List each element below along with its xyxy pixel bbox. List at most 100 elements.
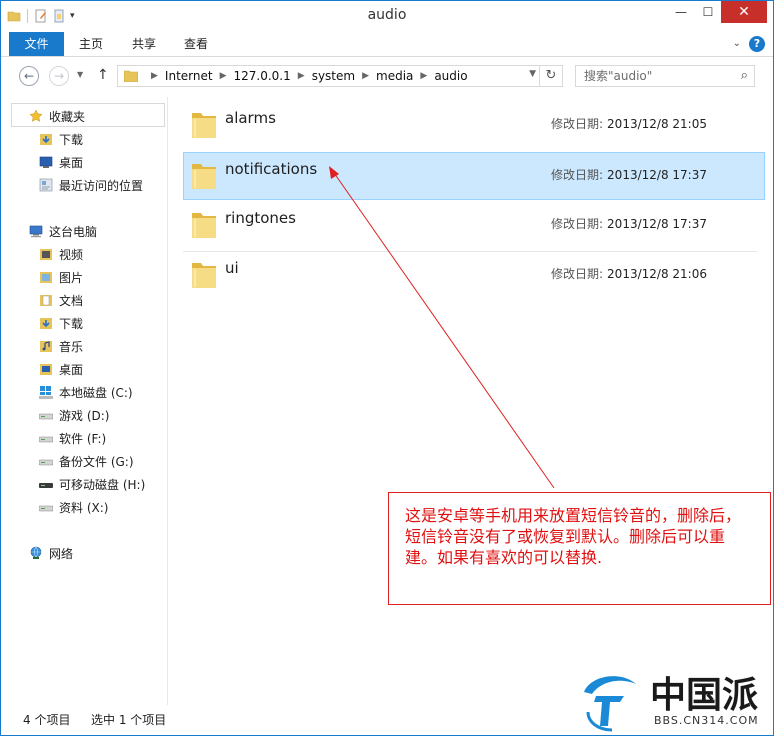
star-icon [29, 109, 43, 122]
tab-home[interactable]: 主页 [69, 32, 113, 56]
chevron-down-icon[interactable]: ⌄ [733, 38, 741, 49]
sidebar-item-desktop-pc[interactable]: 桌面 [39, 358, 83, 380]
videos-folder-icon [40, 249, 52, 260]
file-name: notifications [225, 160, 318, 178]
sidebar-item-drive-c[interactable]: 本地磁盘 (C:) [39, 381, 133, 403]
tab-file[interactable]: 文件 [9, 32, 64, 56]
file-name: alarms [225, 109, 276, 127]
annotation-callout: 这是安卓等手机用来放置短信铃音的，删除后，短信铃音没有了或恢复到默认。删除后可以… [388, 492, 771, 605]
downloads-icon [40, 134, 52, 145]
date-label: 修改日期: [551, 168, 604, 182]
sidebar-item-recent[interactable]: 最近访问的位置 [39, 174, 143, 196]
sidebar-item-documents[interactable]: 文档 [39, 289, 83, 311]
chevron-right-icon[interactable]: ▶ [220, 71, 227, 81]
breadcrumb-system[interactable]: system [312, 69, 355, 83]
hard-drive-icon [39, 505, 53, 512]
minimize-button[interactable]: — [667, 1, 695, 23]
music-folder-icon [40, 341, 52, 352]
sidebar-item-music[interactable]: 音乐 [39, 335, 83, 357]
sidebar-item-downloads-pc[interactable]: 下载 [39, 312, 83, 334]
sidebar-item-label: 图片 [59, 270, 84, 285]
date-value: 2013/12/8 21:06 [607, 267, 707, 281]
sidebar-item-videos[interactable]: 视频 [39, 243, 83, 265]
sidebar-item-drive-h[interactable]: 可移动磁盘 (H:) [39, 473, 145, 495]
tab-view[interactable]: 查看 [173, 32, 219, 56]
up-arrow-icon[interactable]: ↑ [97, 67, 109, 83]
sidebar-item-downloads[interactable]: 下载 [39, 128, 83, 150]
file-row-notifications[interactable]: notifications 修改日期: 2013/12/8 17:37 [183, 152, 765, 200]
windows-drive-icon [39, 386, 53, 399]
breadcrumb-internet[interactable]: Internet [165, 69, 213, 83]
file-row-alarms[interactable]: alarms 修改日期: 2013/12/8 21:05 [183, 101, 765, 149]
recent-locations-icon[interactable]: ▼ [77, 70, 83, 79]
chevron-right-icon[interactable]: ▶ [298, 71, 305, 81]
chevron-right-icon[interactable]: ▶ [151, 71, 158, 81]
sidebar-item-favorites[interactable]: 收藏夹 [29, 105, 85, 127]
chevron-right-icon[interactable]: ▶ [420, 71, 427, 81]
sidebar-item-label: 收藏夹 [49, 109, 86, 124]
sidebar-item-drive-x[interactable]: 资料 (X:) [39, 496, 108, 518]
sidebar-item-label: 桌面 [59, 155, 84, 170]
chevron-right-icon[interactable]: ▶ [362, 71, 369, 81]
close-button[interactable]: ✕ [721, 1, 767, 23]
desktop-folder-icon [40, 364, 52, 375]
watermark-brand: 中国派 [650, 675, 759, 716]
sidebar-item-label: 本地磁盘 (C:) [59, 385, 133, 400]
watermark-site: BBS.CN314.COM [654, 714, 759, 727]
hard-drive-icon [39, 413, 53, 420]
watermark: 中国派 BBS.CN314.COM [574, 660, 770, 732]
sidebar-item-label: 文档 [59, 293, 84, 308]
navigation-pane: 收藏夹 下载 桌面 最近访问的位置 这台电脑 视频 图片 文档 下载 音乐 桌面… [1, 97, 168, 705]
sidebar-item-network[interactable]: 网络 [29, 542, 73, 564]
date-value: 2013/12/8 17:37 [607, 217, 707, 231]
hard-drive-icon [39, 459, 53, 466]
sidebar-item-label: 桌面 [59, 362, 84, 377]
sidebar-item-drive-d[interactable]: 游戏 (D:) [39, 404, 109, 426]
sidebar-item-label: 最近访问的位置 [59, 178, 144, 193]
window-title: audio [367, 7, 407, 23]
tab-share[interactable]: 共享 [121, 32, 167, 56]
refresh-icon[interactable]: ↻ [539, 66, 562, 86]
explorer-window: ▾ audio — ☐ ✕ 文件 主页 共享 查看 ⌄ ? ← → ▼ ↑ ▶ … [0, 0, 774, 736]
sidebar-item-label: 软件 (F:) [59, 431, 107, 446]
recent-places-icon [39, 178, 53, 192]
folder-icon [192, 164, 216, 189]
back-button[interactable]: ← [19, 66, 39, 86]
date-value: 2013/12/8 17:37 [607, 168, 707, 182]
search-icon[interactable]: ⌕ [741, 66, 748, 86]
network-icon [30, 546, 42, 559]
sidebar-item-label: 可移动磁盘 (H:) [59, 477, 146, 492]
sidebar-item-drive-f[interactable]: 软件 (F:) [39, 427, 106, 449]
hard-drive-icon [39, 436, 53, 443]
breadcrumb-media[interactable]: media [376, 69, 413, 83]
folder-icon [192, 213, 216, 238]
file-row-ringtones[interactable]: ringtones 修改日期: 2013/12/8 17:37 [183, 201, 765, 249]
sidebar-item-desktop[interactable]: 桌面 [39, 151, 83, 173]
sidebar-item-this-pc[interactable]: 这台电脑 [29, 220, 97, 242]
sidebar-item-label: 游戏 (D:) [59, 408, 110, 423]
pictures-folder-icon [40, 272, 52, 283]
search-input[interactable]: 搜索"audio" ⌕ [575, 65, 755, 87]
item-count: 4 个项目 [23, 713, 71, 727]
address-bar[interactable]: ▶ Internet ▶ 127.0.0.1 ▶ system ▶ media … [117, 65, 563, 87]
help-button[interactable]: ? [749, 36, 765, 52]
sidebar-item-pictures[interactable]: 图片 [39, 266, 83, 288]
file-name: ringtones [225, 209, 296, 227]
date-label: 修改日期: [551, 267, 604, 281]
maximize-button[interactable]: ☐ [695, 1, 721, 23]
breadcrumb: ▶ Internet ▶ 127.0.0.1 ▶ system ▶ media … [144, 69, 468, 83]
sidebar-item-drive-g[interactable]: 备份文件 (G:) [39, 450, 134, 472]
address-history-icon[interactable]: ▼ [529, 69, 536, 79]
file-modified: 修改日期: 2013/12/8 21:05 [551, 115, 707, 132]
breadcrumb-audio[interactable]: audio [434, 69, 467, 83]
title-bar: ▾ audio — ☐ ✕ [1, 1, 773, 31]
forward-button[interactable]: → [49, 66, 69, 86]
folder-icon [124, 70, 138, 82]
file-modified: 修改日期: 2013/12/8 21:06 [551, 265, 707, 282]
site-logo-icon [580, 672, 640, 732]
file-row-ui[interactable]: ui 修改日期: 2013/12/8 21:06 [183, 251, 765, 299]
search-placeholder: 搜索"audio" [584, 69, 653, 83]
breadcrumb-host[interactable]: 127.0.0.1 [234, 69, 291, 83]
sidebar-item-label: 网络 [49, 546, 74, 561]
downloads-icon [40, 318, 52, 329]
